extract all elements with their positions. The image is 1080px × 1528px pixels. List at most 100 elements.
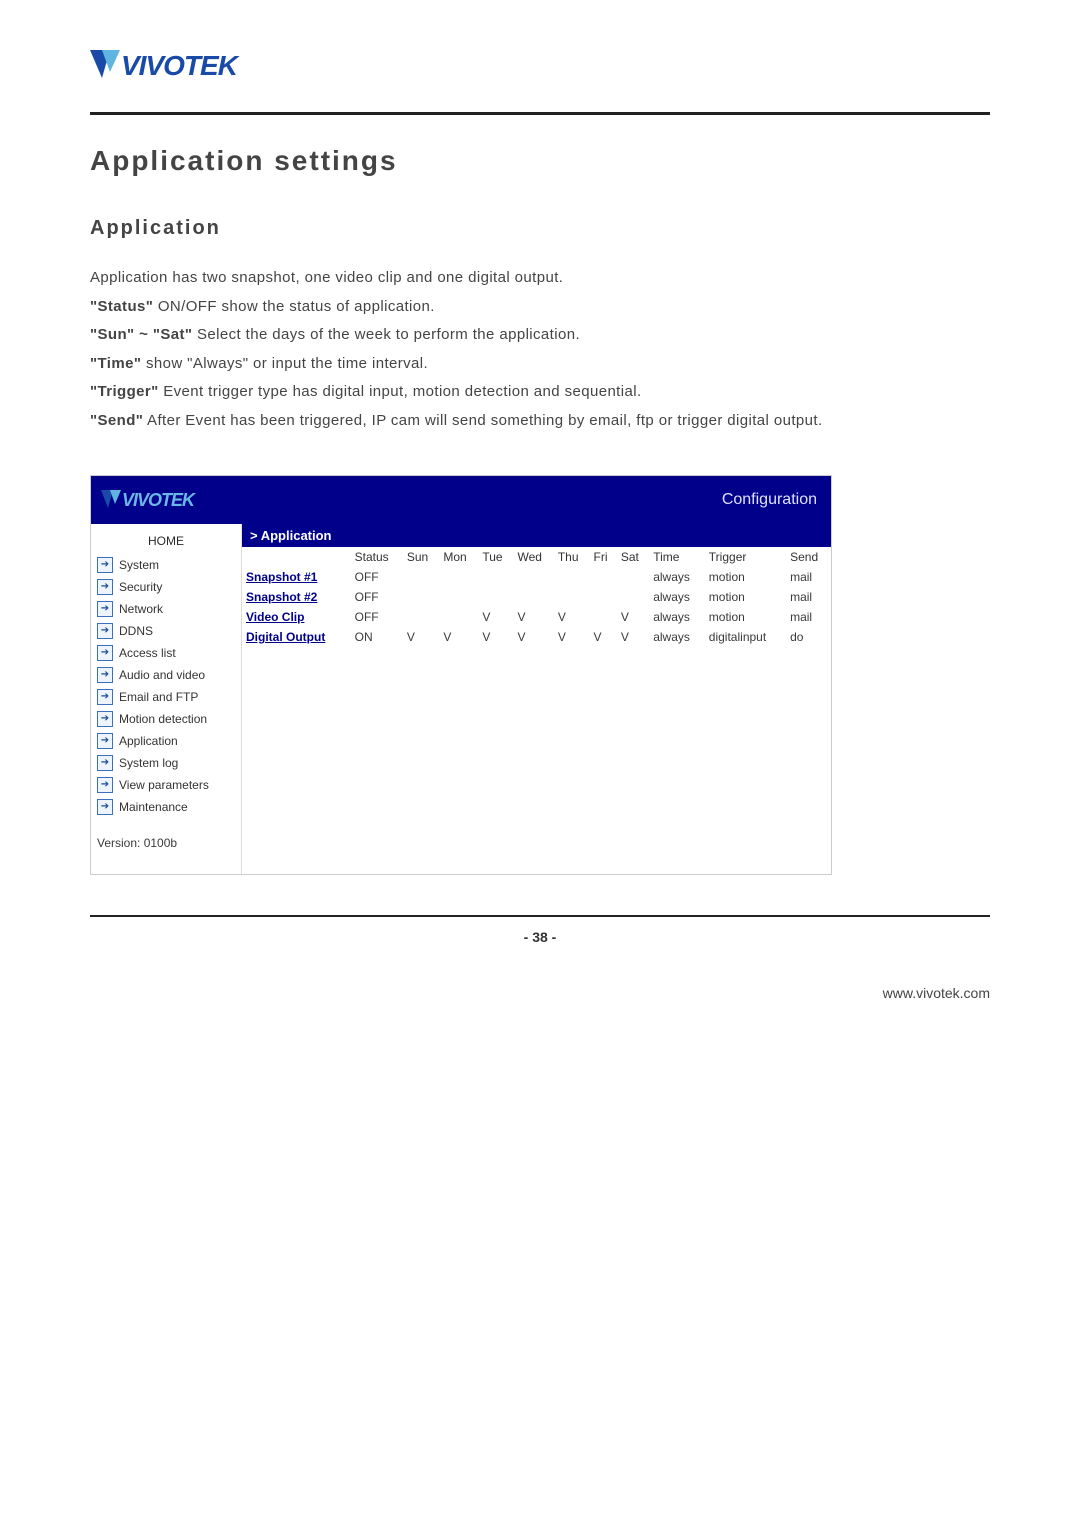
arrow-right-icon: ➔ <box>97 623 113 639</box>
sidebar-item-motion-detection[interactable]: ➔ Motion detection <box>91 708 241 730</box>
cell-wed <box>513 587 553 607</box>
sidebar: HOME ➔ System ➔ Security ➔ Network ➔ DDN… <box>91 524 242 874</box>
cell-trigger: motion <box>705 587 786 607</box>
sidebar-item-security[interactable]: ➔ Security <box>91 576 241 598</box>
sidebar-item-label: Email and FTP <box>119 690 198 704</box>
cell-sun <box>403 587 440 607</box>
sidebar-item-label: Network <box>119 602 163 616</box>
cell-send: mail <box>786 587 831 607</box>
config-header: VIVOTEK Configuration <box>91 476 831 524</box>
cell-trigger: motion <box>705 567 786 587</box>
brand-text: VIVOTEK <box>121 50 237 82</box>
cell-status: OFF <box>351 587 403 607</box>
arrow-right-icon: ➔ <box>97 711 113 727</box>
cell-time: always <box>649 567 705 587</box>
col-sat: Sat <box>617 547 649 567</box>
footer-url: www.vivotek.com <box>90 985 990 1001</box>
cell-mon: V <box>439 627 478 647</box>
cell-wed <box>513 567 553 587</box>
firmware-version: Version: 0100b <box>91 818 241 860</box>
col-fri: Fri <box>590 547 617 567</box>
cell-trigger: motion <box>705 607 786 627</box>
cell-mon <box>439 587 478 607</box>
desc-line: "Status" ON/OFF show the status of appli… <box>90 293 990 322</box>
sidebar-item-label: Audio and video <box>119 668 205 682</box>
table-row: Video Clip OFF V V V V always motion mai… <box>242 607 831 627</box>
table-row: Snapshot #2 OFF always motion mail <box>242 587 831 607</box>
sidebar-item-audio-video[interactable]: ➔ Audio and video <box>91 664 241 686</box>
cell-tue <box>478 567 513 587</box>
sidebar-item-label: View parameters <box>119 778 209 792</box>
cell-status: OFF <box>351 567 403 587</box>
sidebar-item-label: System <box>119 558 159 572</box>
cell-mon <box>439 567 478 587</box>
logo-mark-icon <box>101 490 119 510</box>
sidebar-item-access-list[interactable]: ➔ Access list <box>91 642 241 664</box>
arrow-right-icon: ➔ <box>97 645 113 661</box>
cell-sat <box>617 567 649 587</box>
page-title: Application settings <box>90 145 990 177</box>
arrow-right-icon: ➔ <box>97 667 113 683</box>
col-status: Status <box>351 547 403 567</box>
sidebar-item-system[interactable]: ➔ System <box>91 554 241 576</box>
sidebar-item-label: Application <box>119 734 178 748</box>
sidebar-item-label: Maintenance <box>119 800 188 814</box>
cell-fri <box>590 587 617 607</box>
sidebar-item-application[interactable]: ➔ Application <box>91 730 241 752</box>
cell-sun: V <box>403 627 440 647</box>
arrow-right-icon: ➔ <box>97 777 113 793</box>
sidebar-item-email-ftp[interactable]: ➔ Email and FTP <box>91 686 241 708</box>
cell-thu <box>554 567 590 587</box>
cell-time: always <box>649 587 705 607</box>
arrow-right-icon: ➔ <box>97 557 113 573</box>
sidebar-item-system-log[interactable]: ➔ System log <box>91 752 241 774</box>
table-header-row: Status Sun Mon Tue Wed Thu Fri Sat Time … <box>242 547 831 567</box>
snapshot1-link[interactable]: Snapshot #1 <box>246 570 317 584</box>
cell-sat <box>617 587 649 607</box>
cell-sat: V <box>617 627 649 647</box>
sidebar-item-maintenance[interactable]: ➔ Maintenance <box>91 796 241 818</box>
arrow-right-icon: ➔ <box>97 579 113 595</box>
cell-status: OFF <box>351 607 403 627</box>
digitaloutput-link[interactable]: Digital Output <box>246 630 325 644</box>
sidebar-item-network[interactable]: ➔ Network <box>91 598 241 620</box>
sidebar-item-ddns[interactable]: ➔ DDNS <box>91 620 241 642</box>
snapshot2-link[interactable]: Snapshot #2 <box>246 590 317 604</box>
cell-tue <box>478 587 513 607</box>
table-row: Digital Output ON V V V V V V V always d… <box>242 627 831 647</box>
desc-line: Application has two snapshot, one video … <box>90 264 990 293</box>
logo-mark-icon <box>90 50 118 82</box>
desc-line: "Sun" ~ "Sat" Select the days of the wee… <box>90 321 990 350</box>
cell-sat: V <box>617 607 649 627</box>
cell-thu: V <box>554 627 590 647</box>
cell-tue: V <box>478 607 513 627</box>
cell-time: always <box>649 607 705 627</box>
cell-time: always <box>649 627 705 647</box>
cell-wed: V <box>513 607 553 627</box>
sidebar-home[interactable]: HOME <box>91 528 241 554</box>
cell-fri: V <box>590 627 617 647</box>
desc-line: "Send" After Event has been triggered, I… <box>90 407 990 436</box>
sidebar-item-view-parameters[interactable]: ➔ View parameters <box>91 774 241 796</box>
col-trigger: Trigger <box>705 547 786 567</box>
desc-line: "Time" show "Always" or input the time i… <box>90 350 990 379</box>
brand-logo-header: VIVOTEK <box>90 50 990 82</box>
col-sun: Sun <box>403 547 440 567</box>
col-send: Send <box>786 547 831 567</box>
config-header-title: Configuration <box>722 491 817 509</box>
cell-send: do <box>786 627 831 647</box>
arrow-right-icon: ➔ <box>97 755 113 771</box>
breadcrumb: > Application <box>242 524 831 547</box>
arrow-right-icon: ➔ <box>97 601 113 617</box>
cell-status: ON <box>351 627 403 647</box>
col-wed: Wed <box>513 547 553 567</box>
section-title-application: Application <box>90 217 990 240</box>
desc-line: "Trigger" Event trigger type has digital… <box>90 378 990 407</box>
videoclip-link[interactable]: Video Clip <box>246 610 304 624</box>
sidebar-item-label: DDNS <box>119 624 153 638</box>
table-row: Snapshot #1 OFF always motion mail <box>242 567 831 587</box>
brand-text-small: VIVOTEK <box>122 490 194 511</box>
divider-bottom <box>90 915 990 917</box>
application-table: Status Sun Mon Tue Wed Thu Fri Sat Time … <box>242 547 831 647</box>
cell-thu <box>554 587 590 607</box>
